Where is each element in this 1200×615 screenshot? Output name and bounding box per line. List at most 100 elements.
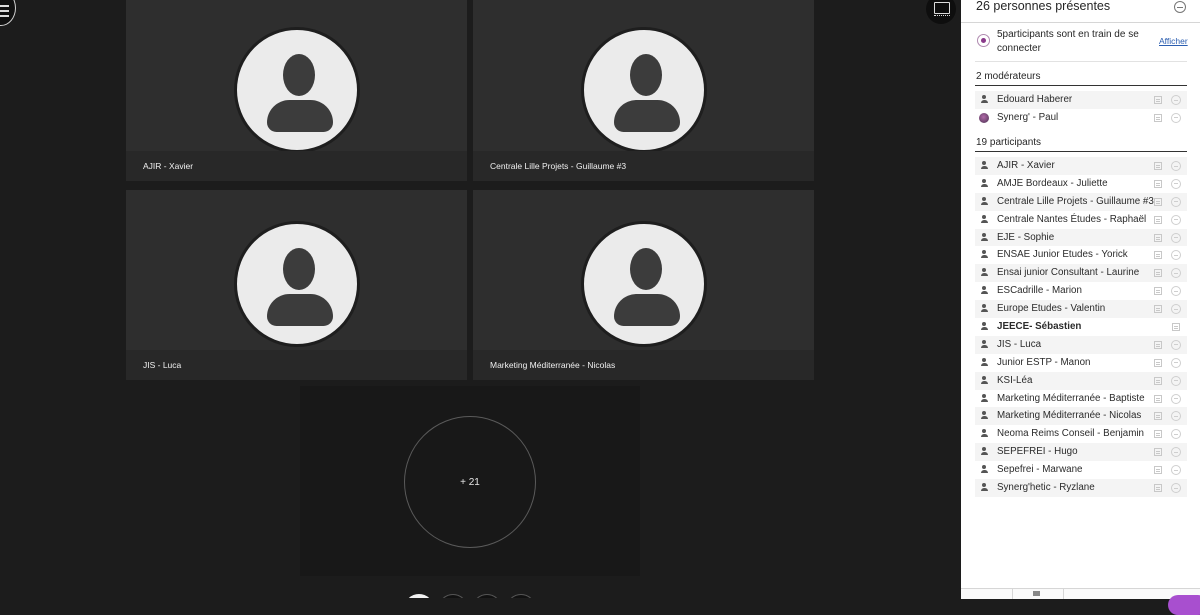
options-icon[interactable]	[1154, 179, 1162, 188]
more-actions-icon[interactable]	[1171, 196, 1181, 207]
more-actions-icon[interactable]	[1171, 375, 1181, 386]
options-icon[interactable]	[1154, 305, 1162, 314]
more-actions-icon[interactable]	[1171, 304, 1181, 315]
more-actions-icon[interactable]	[1171, 95, 1181, 105]
options-icon[interactable]	[1154, 448, 1162, 457]
options-icon[interactable]	[1154, 340, 1162, 349]
list-item[interactable]: Ensai junior Consultant - Laurine	[975, 264, 1187, 283]
participant-tile[interactable]: AJIR - Xavier	[126, 0, 467, 181]
list-item[interactable]: Centrale Lille Projets - Guillaume #3	[975, 192, 1187, 211]
options-icon[interactable]	[1154, 269, 1162, 278]
options-icon[interactable]	[1154, 484, 1162, 493]
list-item[interactable]: AMJE Bordeaux - Juliette	[975, 175, 1187, 193]
more-actions-icon[interactable]	[1171, 268, 1181, 279]
participants-list: AJIR - Xavier AMJE Bordeaux - Juliette Cen…	[975, 157, 1187, 497]
list-item[interactable]: Europe Etudes - Valentin	[975, 300, 1187, 319]
list-item[interactable]: KSI-Léa	[975, 371, 1187, 390]
options-icon[interactable]	[1154, 113, 1162, 122]
collapse-panel-icon[interactable]	[1174, 1, 1186, 13]
hamburger-icon	[0, 5, 9, 20]
more-actions-icon[interactable]	[1171, 357, 1181, 368]
moderators-heading: 2 modérateurs	[976, 71, 1041, 82]
list-item[interactable]: Sepefrei - Marwane	[975, 461, 1187, 479]
list-item[interactable]: AJIR - Xavier	[975, 157, 1187, 175]
person-icon	[979, 429, 988, 438]
panel-footer	[961, 588, 1200, 615]
options-icon[interactable]	[1154, 358, 1162, 367]
more-actions-icon[interactable]	[1171, 447, 1181, 458]
more-actions-icon[interactable]	[1171, 178, 1181, 189]
participant-tile-name: Marketing Méditerranée - Nicolas	[473, 350, 814, 380]
options-icon[interactable]	[1154, 287, 1162, 296]
person-icon	[979, 375, 988, 385]
more-actions-icon[interactable]	[1171, 393, 1181, 404]
dock-button[interactable]	[438, 594, 468, 598]
more-actions-icon[interactable]	[1171, 286, 1181, 297]
list-item[interactable]: Edouard Haberer	[975, 91, 1187, 109]
avatar	[580, 221, 707, 347]
options-icon[interactable]	[1154, 394, 1162, 403]
list-item[interactable]: Marketing Méditerranée - Nicolas	[975, 407, 1187, 426]
list-item[interactable]: ESCadrille - Marion	[975, 282, 1187, 300]
person-icon	[979, 250, 988, 259]
divider	[975, 85, 1187, 86]
dock-button[interactable]	[506, 594, 536, 598]
video-stage: AJIR - Xavier Centrale Lille Projets - G…	[0, 0, 960, 598]
more-actions-icon[interactable]	[1171, 483, 1181, 494]
dock-button[interactable]	[404, 594, 434, 598]
dock-button[interactable]	[472, 594, 502, 598]
participant-name: Neoma Reims Conseil - Benjamin	[997, 428, 1145, 440]
participant-name: AJIR - Xavier	[997, 160, 1055, 171]
options-icon[interactable]	[1154, 466, 1162, 475]
avatar	[233, 27, 360, 153]
list-item[interactable]: Junior ESTP - Manon	[975, 354, 1187, 372]
options-icon[interactable]	[1154, 233, 1162, 242]
list-item[interactable]: EJE - Sophie	[975, 228, 1187, 247]
divider	[975, 151, 1187, 152]
participant-tile-name: AJIR - Xavier	[126, 151, 467, 181]
view-toggle-button[interactable]	[926, 0, 956, 24]
more-actions-icon[interactable]	[1171, 161, 1181, 171]
more-actions-icon[interactable]	[1171, 232, 1181, 243]
list-item[interactable]: Synerg'hetic - Ryzlane	[975, 479, 1187, 497]
options-icon[interactable]	[1154, 412, 1162, 421]
more-actions-icon[interactable]	[1171, 214, 1181, 225]
list-icon	[1033, 591, 1040, 596]
options-icon[interactable]	[1154, 197, 1162, 206]
list-item[interactable]: JIS - Luca	[975, 335, 1187, 354]
participant-name: Synerg'hetic - Ryzlane	[997, 482, 1095, 494]
list-item[interactable]: Synerg' - Paul	[975, 109, 1187, 127]
list-item[interactable]: SEPEFREI - Hugo	[975, 443, 1187, 462]
list-item[interactable]: Marketing Méditerranée - Baptiste	[975, 390, 1187, 408]
participant-tile[interactable]: Marketing Méditerranée - Nicolas	[473, 190, 814, 380]
participant-tile[interactable]: Centrale Lille Projets - Guillaume #3	[473, 0, 814, 181]
person-icon	[979, 411, 988, 420]
options-icon[interactable]	[1154, 251, 1162, 260]
list-item[interactable]: ENSAE Junior Etudes - Yorick	[975, 246, 1187, 264]
list-item[interactable]: JEECE- Sébastien	[975, 318, 1187, 336]
options-icon[interactable]	[1154, 376, 1162, 385]
participant-name: Edouard Haberer	[997, 94, 1073, 105]
options-icon[interactable]	[1154, 430, 1162, 439]
more-actions-icon[interactable]	[1171, 465, 1181, 476]
avatar	[979, 112, 989, 123]
options-icon[interactable]	[1172, 323, 1180, 332]
more-actions-icon[interactable]	[1171, 429, 1181, 440]
show-connecting-link[interactable]: Afficher	[1159, 36, 1188, 46]
options-icon[interactable]	[1154, 162, 1162, 170]
main-menu-button[interactable]	[0, 0, 16, 26]
person-icon	[979, 357, 988, 367]
participant-tile[interactable]: JIS - Luca	[126, 190, 467, 380]
list-item[interactable]: Centrale Nantes Études - Raphaël	[975, 211, 1187, 229]
accent-button[interactable]	[1168, 595, 1200, 615]
options-icon[interactable]	[1154, 96, 1162, 104]
more-actions-icon[interactable]	[1171, 339, 1181, 350]
more-actions-icon[interactable]	[1171, 112, 1181, 123]
more-actions-icon[interactable]	[1171, 411, 1181, 422]
participant-name: JEECE- Sébastien	[997, 321, 1082, 333]
person-icon	[979, 95, 988, 104]
options-icon[interactable]	[1154, 215, 1162, 224]
list-item[interactable]: Neoma Reims Conseil - Benjamin	[975, 425, 1187, 443]
more-actions-icon[interactable]	[1171, 250, 1181, 261]
more-participants-tile[interactable]: + 21	[300, 386, 640, 576]
